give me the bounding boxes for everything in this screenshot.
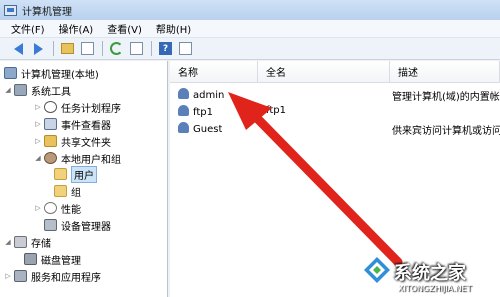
tree-item-users[interactable]: 用户: [54, 165, 97, 183]
column-header-fullname[interactable]: 全名: [258, 61, 390, 83]
properties-icon: [179, 42, 192, 55]
collapse-icon[interactable]: ◢: [34, 154, 42, 162]
tree-item-disk-management[interactable]: 磁盘管理: [24, 251, 81, 267]
shared-folder-icon: [44, 135, 57, 147]
user-name-cell: ftp1: [178, 105, 213, 118]
tree-item-label: 共享文件夹: [61, 137, 111, 149]
user-name: admin: [193, 90, 225, 101]
user-name: ftp1: [193, 107, 213, 118]
computer-management-icon: [4, 4, 17, 16]
tree-item-local-users-groups[interactable]: ◢ 本地用户和组: [34, 150, 121, 166]
toolbar-separator: [151, 41, 152, 56]
toolbar-separator: [102, 41, 103, 56]
table-row[interactable]: Guest 供来宾访问计算机或访问: [170, 121, 500, 137]
tree-item-label: 系统工具: [31, 86, 71, 98]
refresh-button[interactable]: [108, 40, 125, 57]
computer-management-window: 计算机管理 文件(F) 操作(A) 查看(V) 帮助(H) ? 计算机管理(本地…: [0, 0, 500, 297]
performance-icon: [44, 202, 57, 214]
console-tree: 计算机管理(本地) ◢ 系统工具 ▷ 任务计划程序 ▷ 事件查看器 ▷ 共享文件…: [0, 61, 168, 297]
expand-icon[interactable]: ▷: [34, 204, 42, 212]
tree-item-label: 磁盘管理: [41, 255, 81, 267]
user-name: Guest: [193, 124, 223, 135]
tree-item-label: 性能: [61, 204, 81, 216]
tree-item-label: 用户: [71, 165, 97, 183]
expand-icon[interactable]: ▷: [34, 137, 42, 145]
table-row[interactable]: admin 管理计算机(域)的内置帐: [170, 87, 500, 103]
watermark-text: 系统之家: [394, 263, 466, 284]
tools-icon: [14, 84, 27, 96]
user-description: 供来宾访问计算机或访问: [392, 126, 500, 137]
show-hide-tree-icon: [81, 42, 94, 55]
tree-item-label: 计算机管理(本地): [21, 69, 99, 81]
storage-icon: [14, 236, 27, 248]
refresh-icon: [110, 42, 123, 55]
folder-icon: [54, 168, 67, 180]
device-manager-icon: [44, 219, 57, 231]
tree-item-label: 存储: [31, 238, 51, 250]
user-description: 管理计算机(域)的内置帐: [392, 92, 500, 103]
tree-item-label: 本地用户和组: [61, 154, 121, 166]
menu-help[interactable]: 帮助(H): [149, 21, 198, 36]
watermark: 系统之家 XITONGZHIJIA.NET: [354, 249, 500, 297]
tree-item-computer-management[interactable]: 计算机管理(本地): [4, 65, 99, 81]
expand-icon[interactable]: ▷: [34, 103, 42, 111]
menu-bar: 文件(F) 操作(A) 查看(V) 帮助(H): [0, 20, 500, 38]
back-arrow-icon: [14, 42, 23, 55]
tree-item-performance[interactable]: ▷ 性能: [34, 200, 81, 216]
tree-item-device-manager[interactable]: 设备管理器: [44, 217, 111, 233]
export-list-icon: [130, 42, 143, 55]
column-header-description[interactable]: 描述: [390, 61, 500, 83]
collapse-icon[interactable]: ◢: [4, 238, 12, 246]
folder-icon: [54, 185, 67, 197]
table-row[interactable]: ftp1 ftp1: [170, 104, 500, 119]
tree-item-storage[interactable]: ◢ 存储: [4, 234, 51, 250]
event-viewer-icon: [44, 118, 57, 130]
up-folder-icon: [61, 43, 74, 54]
user-icon: [178, 122, 189, 133]
properties-button[interactable]: [177, 40, 194, 57]
help-button[interactable]: ?: [157, 40, 174, 57]
window-title: 计算机管理: [22, 6, 72, 18]
menu-action[interactable]: 操作(A): [52, 21, 101, 36]
user-name-cell: admin: [178, 88, 224, 101]
watermark-subtext: XITONGZHIJIA.NET: [398, 284, 472, 293]
user-icon: [178, 105, 189, 116]
clock-icon: [44, 101, 57, 113]
toolbar-separator: [53, 41, 54, 56]
menu-file[interactable]: 文件(F): [4, 21, 52, 36]
toolbar: ?: [0, 38, 500, 60]
help-icon: ?: [159, 42, 172, 55]
disk-icon: [24, 253, 37, 265]
collapse-icon[interactable]: ◢: [4, 86, 12, 94]
column-header-name[interactable]: 名称: [170, 61, 258, 83]
tree-item-groups[interactable]: 组: [54, 183, 81, 199]
tree-item-services-apps[interactable]: ▷ 服务和应用程序: [4, 268, 101, 284]
menu-view[interactable]: 查看(V): [100, 21, 149, 36]
expand-icon[interactable]: ▷: [4, 272, 12, 280]
watermark-logo-icon: [364, 257, 390, 283]
tree-item-system-tools[interactable]: ◢ 系统工具: [4, 82, 71, 98]
user-fullname: ftp1: [266, 105, 286, 116]
tree-item-label: 服务和应用程序: [31, 272, 101, 284]
title-bar: 计算机管理: [0, 0, 500, 20]
tree-item-label: 事件查看器: [61, 120, 111, 132]
show-hide-tree-button[interactable]: [79, 40, 96, 57]
forward-button[interactable]: [30, 40, 47, 57]
user-name-cell: Guest: [178, 122, 222, 135]
tree-item-task-scheduler[interactable]: ▷ 任务计划程序: [34, 99, 121, 115]
services-icon: [14, 270, 27, 282]
tree-item-label: 任务计划程序: [61, 103, 121, 115]
tree-item-label: 组: [71, 187, 81, 199]
users-icon: [44, 152, 57, 164]
export-list-button[interactable]: [128, 40, 145, 57]
computer-icon: [4, 67, 17, 79]
tree-item-label: 设备管理器: [61, 221, 111, 233]
tree-item-shared-folders[interactable]: ▷ 共享文件夹: [34, 133, 111, 149]
expand-icon[interactable]: ▷: [34, 120, 42, 128]
forward-arrow-icon: [34, 42, 43, 55]
user-icon: [178, 88, 189, 99]
tree-item-event-viewer[interactable]: ▷ 事件查看器: [34, 116, 111, 132]
up-one-level-button[interactable]: [59, 40, 76, 57]
back-button[interactable]: [10, 40, 27, 57]
